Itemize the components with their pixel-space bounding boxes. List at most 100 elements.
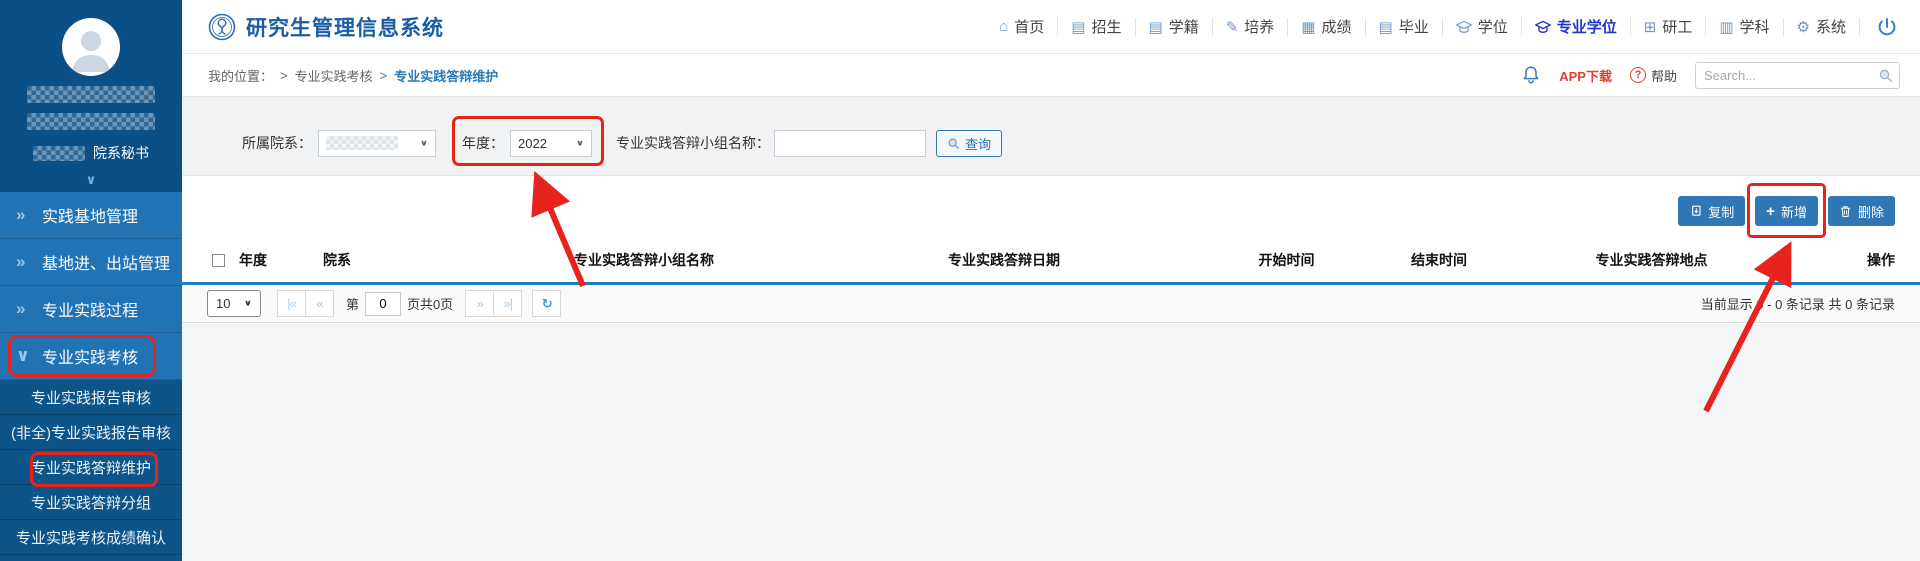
id-card-icon: ▤ xyxy=(1071,18,1085,36)
query-button[interactable]: 查询 xyxy=(936,130,1002,157)
person-icon xyxy=(62,18,120,76)
trash-icon xyxy=(1839,205,1852,218)
sidebar-item-defense-grouping[interactable]: 专业实践答辩分组 xyxy=(0,485,182,520)
logout-button[interactable] xyxy=(1860,16,1908,38)
top-header: 研究生管理信息系统 ⌂ 首页 ▤ 招生 ▤ 学籍 xyxy=(182,0,1920,54)
nav-label: 学科 xyxy=(1740,16,1770,37)
breadcrumb-item-practice-assessment[interactable]: 专业实践考核 xyxy=(295,66,373,85)
column-header-location: 专业实践答辩地点 xyxy=(1509,250,1794,270)
nav-item-professional-degree[interactable]: 专业学位 xyxy=(1522,16,1630,37)
copy-icon xyxy=(1689,205,1702,218)
first-page-button[interactable]: |« xyxy=(277,290,306,317)
nav-item-graduation[interactable]: ▤ 毕业 xyxy=(1366,16,1442,37)
grad-cap-icon xyxy=(1535,20,1551,34)
grad-cap-icon xyxy=(1456,20,1472,34)
chevron-down-icon[interactable]: ∨ xyxy=(0,172,182,188)
sidebar-item-base-in-out-mgmt[interactable]: » 基地进、出站管理 xyxy=(0,239,182,286)
id-card-icon: ▤ xyxy=(1149,18,1163,36)
sidebar-item-assessment-score-confirm[interactable]: 专业实践考核成绩确认 xyxy=(0,520,182,555)
delete-button-label: 删除 xyxy=(1858,202,1884,221)
masked-department xyxy=(33,146,85,161)
select-all-checkbox[interactable] xyxy=(212,254,225,267)
breadcrumb-bar: 我的位置： > 专业实践考核 > 专业实践答辩维护 APP下载 ? 帮助 xyxy=(182,54,1920,97)
sidebar-item-report-review[interactable]: 专业实践报告审核 xyxy=(0,380,182,415)
prev-page-button[interactable]: « xyxy=(305,290,334,317)
search-icon[interactable] xyxy=(1878,68,1893,83)
year-filter-label: 年度： xyxy=(462,133,504,153)
notification-bell-icon[interactable] xyxy=(1521,65,1541,85)
nav-label: 研工 xyxy=(1662,16,1692,37)
nav-item-research-affairs[interactable]: ⊞ 研工 xyxy=(1631,16,1706,37)
year-filter-group: 年度： 2022 ∨ xyxy=(462,130,592,157)
main-area: 研究生管理信息系统 ⌂ 首页 ▤ 招生 ▤ 学籍 xyxy=(182,0,1920,561)
nav-item-discipline[interactable]: ▥ 学科 xyxy=(1706,16,1782,37)
brand: 研究生管理信息系统 xyxy=(182,12,444,42)
page-size-select[interactable]: 10 ∨ xyxy=(207,290,261,317)
nav-item-admissions[interactable]: ▤ 招生 xyxy=(1058,16,1134,37)
nav-label: 学籍 xyxy=(1169,16,1199,37)
pager-controls: |« « 第 页共0页 » »| ↻ xyxy=(277,290,561,317)
books-icon: ▥ xyxy=(1719,18,1733,36)
dept-select[interactable]: ∨ xyxy=(318,130,436,157)
help-link[interactable]: ? 帮助 xyxy=(1630,66,1677,85)
submenu-item-label: 专业实践答辩分组 xyxy=(31,492,151,513)
year-select[interactable]: 2022 ∨ xyxy=(510,130,592,157)
masked-dept-value xyxy=(326,136,398,150)
column-header-year: 年度 xyxy=(239,250,309,270)
app-title: 研究生管理信息系统 xyxy=(246,12,444,42)
add-button-wrapper: + 新增 xyxy=(1755,196,1818,226)
group-name-label: 专业实践答辩小组名称： xyxy=(616,133,770,153)
sidebar-item-defense-maintenance[interactable]: 专业实践答辩维护 xyxy=(0,450,182,485)
help-label: 帮助 xyxy=(1651,66,1677,85)
query-button-label: 查询 xyxy=(965,134,991,153)
page-root: 院系秘书 ∨ » 实践基地管理 » 基地进、出站管理 » 专业实践过程 ∨ 专业… xyxy=(0,0,1920,561)
plus-icon: + xyxy=(1766,204,1775,219)
nav-item-home[interactable]: ⌂ 首页 xyxy=(986,16,1057,37)
breadcrumb-item-current[interactable]: 专业实践答辩维护 xyxy=(394,66,498,85)
add-button[interactable]: + 新增 xyxy=(1755,196,1818,226)
column-header-department: 院系 xyxy=(309,250,484,270)
sidebar-item-practice-assessment[interactable]: ∨ 专业实践考核 xyxy=(0,333,182,380)
nav-item-degree[interactable]: 学位 xyxy=(1443,16,1521,37)
nav-item-student-status[interactable]: ▤ 学籍 xyxy=(1136,16,1212,37)
masked-username-line1 xyxy=(27,86,155,103)
sidebar-item-label: 专业实践考核 xyxy=(42,344,138,368)
sidebar-item-parttime-report-review[interactable]: (非全)专业实践报告审核 xyxy=(0,415,182,450)
column-header-defense-date: 专业实践答辩日期 xyxy=(804,250,1204,270)
page-size-value: 10 xyxy=(216,296,230,311)
next-page-button[interactable]: » xyxy=(465,290,494,317)
nav-label: 培养 xyxy=(1244,16,1274,37)
last-page-button[interactable]: »| xyxy=(493,290,522,317)
university-logo-icon xyxy=(208,13,236,41)
user-profile: 院系秘书 ∨ xyxy=(0,0,182,192)
nav-label: 首页 xyxy=(1014,16,1044,37)
nav-item-training[interactable]: ✎ 培养 xyxy=(1213,16,1288,37)
group-name-input[interactable] xyxy=(774,130,926,157)
nav-item-system[interactable]: ⚙ 系统 xyxy=(1784,16,1859,37)
page-number-input[interactable] xyxy=(365,292,401,316)
pagination-bar: 10 ∨ |« « 第 页共0页 » »| ↻ xyxy=(182,285,1920,323)
certificate-icon: ▤ xyxy=(1379,18,1393,36)
search-input[interactable] xyxy=(1695,62,1900,89)
breadcrumb-separator: > xyxy=(380,68,388,83)
submenu-item-label: (非全)专业实践报告审核 xyxy=(11,422,171,443)
masked-username-line2 xyxy=(27,113,155,130)
delete-button[interactable]: 删除 xyxy=(1828,196,1895,226)
column-header-end-time: 结束时间 xyxy=(1369,250,1509,270)
nav-item-grades[interactable]: ▦ 成绩 xyxy=(1288,16,1364,37)
sidebar-submenu: 专业实践报告审核 (非全)专业实践报告审核 专业实践答辩维护 专业实践答辩分组 … xyxy=(0,380,182,561)
column-header-start-time: 开始时间 xyxy=(1204,250,1369,270)
sidebar-item-practice-process[interactable]: » 专业实践过程 xyxy=(0,286,182,333)
dept-filter-label: 所属院系： xyxy=(242,133,312,153)
copy-button[interactable]: 复制 xyxy=(1678,196,1745,226)
breadcrumb-prefix: 我的位置： xyxy=(208,66,273,85)
page-total-label: 页共0页 xyxy=(407,294,453,313)
breadcrumb-separator: > xyxy=(280,68,288,83)
sidebar-item-practice-base-mgmt[interactable]: » 实践基地管理 xyxy=(0,192,182,239)
double-chevron-icon: » xyxy=(16,205,42,225)
gear-icon: ⚙ xyxy=(1797,18,1810,36)
refresh-button[interactable]: ↻ xyxy=(532,290,561,317)
utility-bar: APP下载 ? 帮助 xyxy=(1521,62,1900,89)
app-download-link[interactable]: APP下载 xyxy=(1559,66,1612,85)
grid-panel: 复制 + 新增 xyxy=(182,176,1920,324)
